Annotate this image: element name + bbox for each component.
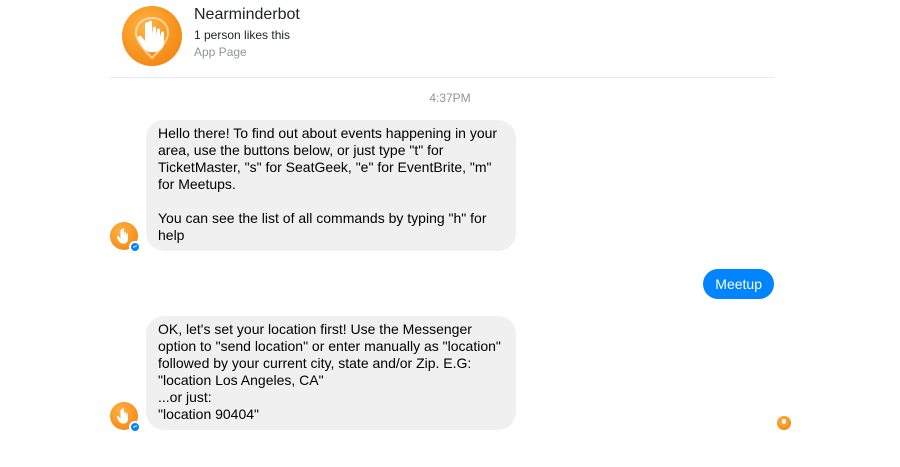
page-header: Nearminderbot 1 person likes this App Pa…: [110, 0, 774, 78]
seen-indicator-avatar: [777, 416, 791, 430]
bot-message-bubble: OK, let's set your location first! Use t…: [146, 316, 516, 430]
page-type-label: App Page: [194, 45, 247, 59]
page-name[interactable]: Nearminderbot: [194, 6, 300, 24]
hand-pointer-location-icon: [134, 16, 170, 60]
page-avatar[interactable]: [122, 6, 182, 66]
bot-avatar[interactable]: [110, 222, 141, 253]
user-message-bubble: Meetup: [703, 269, 774, 299]
messenger-badge-icon: [129, 241, 141, 253]
bot-avatar[interactable]: [110, 402, 141, 433]
message-timestamp: 4:37PM: [429, 91, 471, 105]
page-likes-count: 1 person likes this: [194, 28, 291, 42]
messenger-badge-icon: [129, 421, 141, 433]
bot-message-bubble: Hello there! To find out about events ha…: [146, 120, 516, 251]
